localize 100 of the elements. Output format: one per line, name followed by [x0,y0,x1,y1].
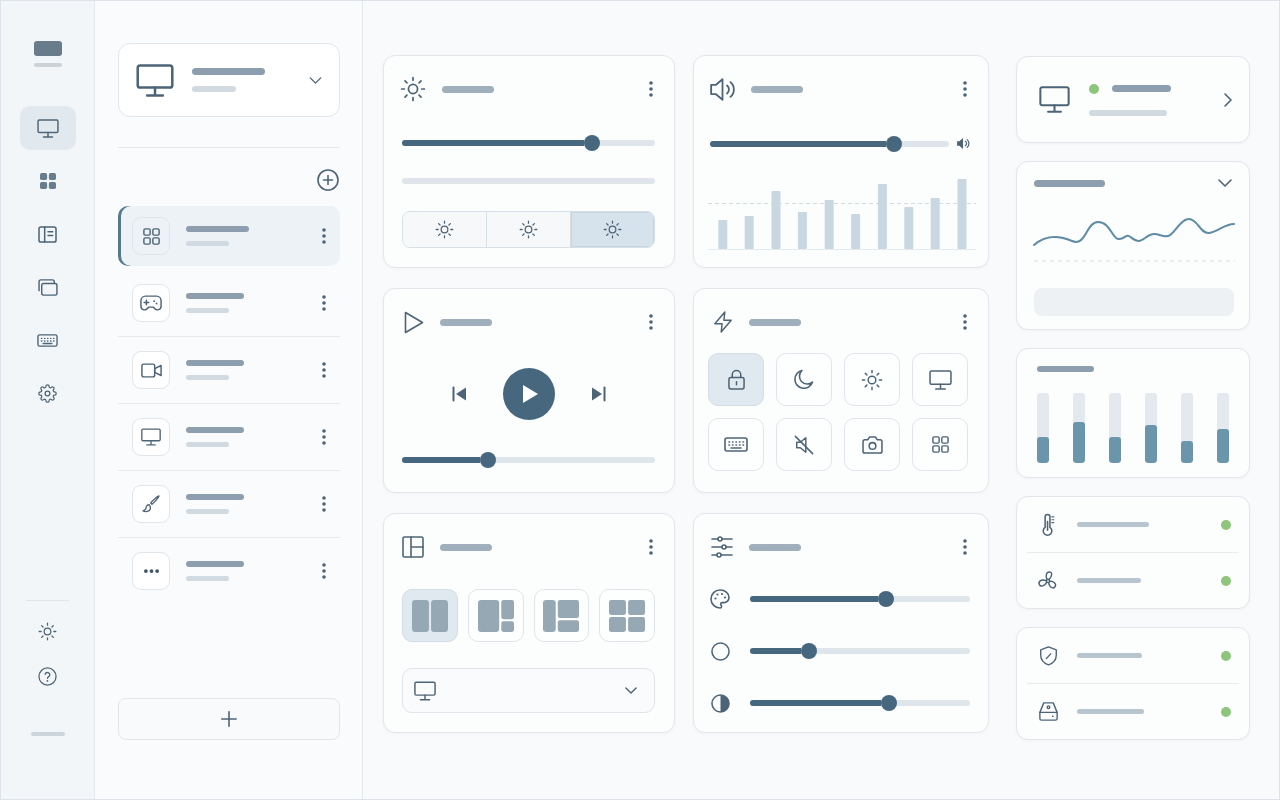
moon-icon [794,369,814,390]
more-icon [963,81,967,97]
sliders-icon [711,536,733,558]
toggle-tile[interactable] [708,418,764,471]
palette-icon [710,589,730,609]
play-icon [404,310,424,334]
slider-handle[interactable] [801,643,818,659]
chevron-down-icon [309,76,322,84]
skeleton-line [1034,179,1105,187]
grid-icon [132,217,170,255]
sun-icon [38,621,57,641]
hard-drive-icon [1038,702,1058,721]
slider-handle[interactable] [480,452,496,468]
skeleton-line [186,226,249,232]
slider-handle[interactable] [886,135,902,152]
layout-option[interactable] [467,589,524,642]
plus-icon [221,711,237,727]
layout-option[interactable] [533,589,590,642]
more-icon [322,429,326,445]
monitor-icon [132,418,170,456]
more-icon [649,539,653,555]
skeleton-line [186,427,244,433]
toggle-tile[interactable] [844,353,900,406]
four-pane-layout-icon [609,599,646,632]
grid-icon [39,173,56,189]
layout-option[interactable] [599,589,655,642]
lock-icon [727,369,745,390]
toggle-tile[interactable] [776,353,832,406]
nav-button[interactable] [19,106,76,150]
thermometer-icon [1041,512,1055,537]
slider-handle[interactable] [878,591,895,607]
lightning-icon [713,311,733,333]
skeleton-line [186,442,229,447]
more-icon [649,81,653,97]
sun-icon [603,220,622,239]
two-pane-layout-icon [411,599,448,632]
plus-circle-icon [317,169,339,191]
slider-handle[interactable] [583,135,600,151]
windows-icon [37,278,58,296]
skeleton-line [30,732,65,736]
skeleton-line [192,86,236,92]
more-icon [963,314,967,330]
monitor-icon [1039,86,1070,113]
more-icon [649,314,653,330]
skip-back-icon [451,386,467,402]
ellipsis-icon [132,552,170,590]
play-button[interactable] [502,368,555,420]
skeleton-line [442,85,494,93]
skeleton-line [751,85,803,93]
skeleton-line [186,360,244,366]
chevron-down-icon [1218,179,1232,187]
toggle-tile[interactable] [912,353,968,406]
fan-icon [1038,571,1058,590]
speaker-icon [710,76,735,102]
monitor-icon [36,118,59,138]
layout-option[interactable] [402,589,458,642]
add-button[interactable] [317,169,339,191]
more-icon [322,295,326,311]
more-icon [322,563,326,579]
sidebar-layout-icon [38,225,57,243]
sun-icon [435,220,454,239]
chevron-down-icon [625,687,637,694]
device-card[interactable] [1016,56,1250,143]
skeleton-line [186,509,229,514]
circle-icon [711,641,730,661]
paintbrush-icon [132,485,170,523]
skeleton-line [186,293,244,299]
three-pane-layout-icon [543,599,580,632]
next-button[interactable] [590,386,606,402]
settings-icon [38,383,57,403]
speaker-icon [957,138,970,149]
sun-icon [861,368,883,391]
monitor-icon [136,63,174,97]
skeleton-line [186,241,229,246]
skeleton-line [1077,522,1149,527]
toggle-tile[interactable] [708,353,764,406]
camera-icon [861,435,883,454]
skeleton-line [186,561,244,567]
sun-icon [519,220,538,239]
profile-item[interactable] [118,206,340,266]
skeleton-line [1077,578,1141,583]
more-icon [963,539,967,555]
skeleton-line [440,543,492,551]
skeleton-line [186,576,229,581]
toggle-tile[interactable] [912,418,968,471]
previous-button[interactable] [451,386,467,402]
chevron-right-icon [1224,92,1232,107]
muted-speaker-icon [794,434,814,455]
help-icon [38,666,57,686]
slider-handle[interactable] [880,695,897,711]
toggle-tile[interactable] [776,418,832,471]
skeleton-line [186,308,229,313]
play-icon [523,385,538,403]
toggle-tile[interactable] [844,418,900,471]
grid-icon [931,436,949,453]
skeleton-line [1077,709,1144,714]
device-dropdown[interactable] [118,43,340,117]
monitor-icon [928,369,952,390]
skeleton-line [1037,366,1094,372]
skeleton-line [1077,653,1142,658]
